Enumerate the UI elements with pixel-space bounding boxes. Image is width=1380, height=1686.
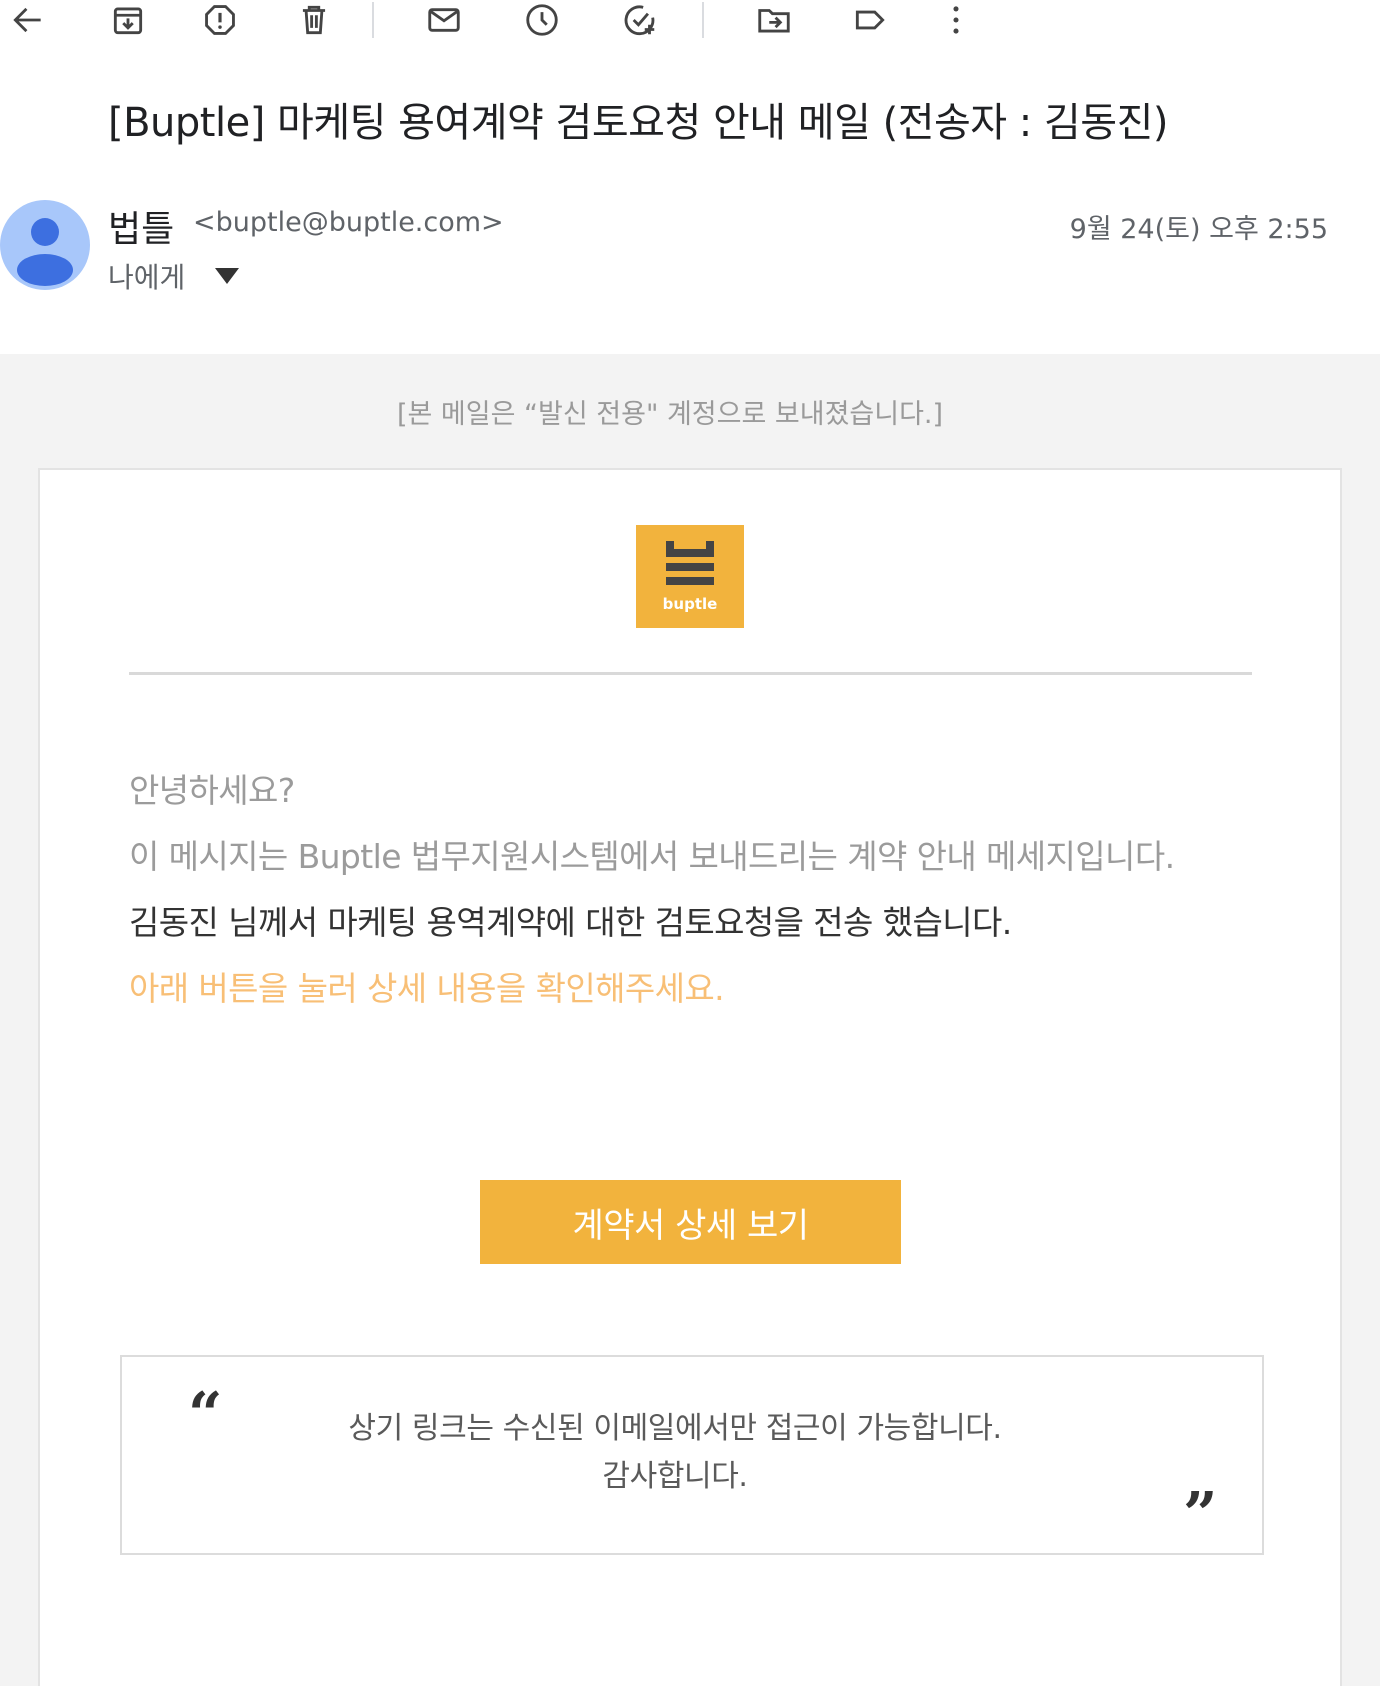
sender-email: <buptle@buptle.com> [193,207,504,238]
buptle-logo: buptle [636,525,744,628]
intro-text: 이 메시지는 Buptle 법무지원시스템에서 보내드리는 계약 안내 메세지입… [129,837,1175,876]
add-task-icon[interactable] [616,0,664,40]
more-vert-icon[interactable] [932,0,980,40]
greeting-text: 안녕하세요? [129,771,295,810]
quote-line-2: 감사합니다. [602,1459,748,1494]
quote-line-1: 상기 링크는 수신된 이메일에서만 접근이 가능합니다. [348,1411,1002,1446]
person-icon [17,218,73,286]
quote-text: 상기 링크는 수신된 이메일에서만 접근이 가능합니다. 감사합니다. [120,1405,1230,1501]
move-to-icon[interactable] [750,0,798,40]
archive-icon[interactable] [104,0,152,40]
recipient-details[interactable]: 나에게 [108,256,241,296]
sender-name[interactable]: 법틀 [108,200,174,252]
delete-icon[interactable] [290,0,338,40]
toolbar-divider [702,2,704,38]
header-divider [129,672,1252,675]
close-quote-icon: ” [1183,1480,1218,1550]
mark-unread-icon[interactable] [420,0,468,40]
report-spam-icon[interactable] [196,0,244,40]
email-date: 9월 24(토) 오후 2:55 [1069,214,1328,245]
send-only-notice: [본 메일은 “발신 전용" 계정으로 보내졌습니다.] [396,399,944,430]
toolbar [0,0,1380,48]
view-contract-button[interactable]: 계약서 상세 보기 [480,1180,901,1264]
logo-text: buptle [662,595,718,613]
recipient-label: 나에게 [108,261,186,294]
instruction-text: 아래 버튼을 눌러 상세 내용을 확인해주세요. [129,969,725,1008]
email-view: [Buptle] 마케팅 용여계약 검토요청 안내 메일 (전송자 : 김동진)… [0,0,1380,1686]
caret-down-icon[interactable] [213,266,241,286]
buptle-logo-mark-icon [666,541,714,585]
request-text: 김동진 님께서 마케팅 용역계약에 대한 검토요청을 전송 했습니다. [129,903,1012,942]
back-arrow-icon[interactable] [4,0,52,40]
toolbar-divider [372,2,374,38]
sender-avatar[interactable] [0,200,90,290]
label-icon[interactable] [846,0,894,40]
snooze-icon[interactable] [518,0,566,40]
email-subject: [Buptle] 마케팅 용여계약 검토요청 안내 메일 (전송자 : 김동진) [108,100,1169,146]
